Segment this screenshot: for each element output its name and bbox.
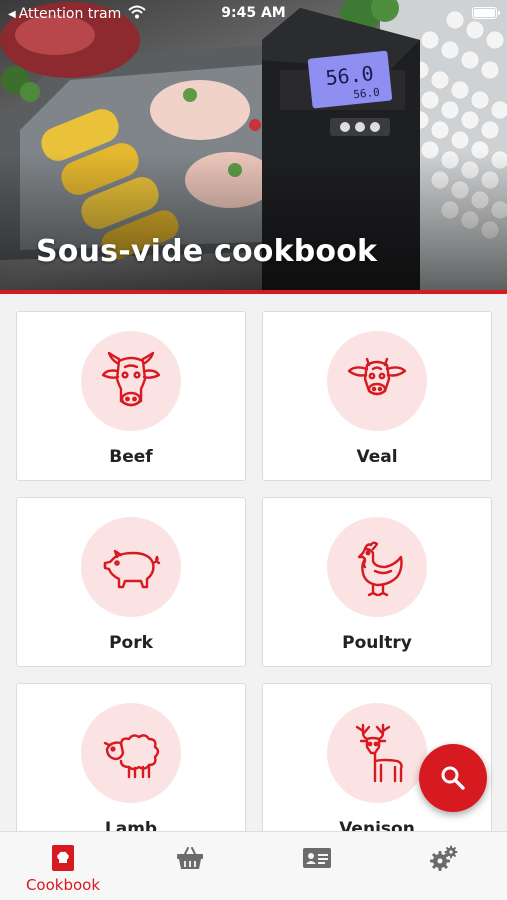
- category-label: Beef: [109, 447, 153, 467]
- contact-card-icon: [303, 848, 331, 868]
- status-time: 9:45 AM: [221, 5, 286, 21]
- calf-icon: [347, 357, 407, 396]
- deer-icon: [355, 723, 403, 783]
- category-card-beef[interactable]: Beef: [16, 311, 246, 481]
- hero-banner: 56.0 56.0 Sous-vide cookbook: [0, 0, 507, 292]
- cookbook-icon: [52, 845, 74, 871]
- icon-circle: [327, 331, 427, 431]
- search-button[interactable]: [419, 744, 487, 812]
- category-label: Veal: [356, 447, 398, 467]
- tab-contacts[interactable]: [254, 832, 380, 900]
- icon-circle: [327, 517, 427, 617]
- category-label: Poultry: [342, 633, 412, 653]
- icon-circle: [81, 331, 181, 431]
- category-card-veal[interactable]: Veal: [262, 311, 492, 481]
- tab-settings[interactable]: [381, 832, 507, 900]
- page-title: Sous-vide cookbook: [36, 234, 378, 269]
- tab-cookbook[interactable]: Cookbook: [0, 832, 126, 900]
- device-display-primary: 56.0: [324, 61, 374, 90]
- hero-gradient: [0, 152, 507, 292]
- bottom-tab-bar: Cookbook: [0, 831, 507, 900]
- tab-label: Cookbook: [25, 876, 101, 894]
- cow-icon: [101, 351, 161, 407]
- category-card-lamb[interactable]: Lamb: [16, 683, 246, 853]
- icon-circle: [327, 703, 427, 803]
- tab-shopping-basket[interactable]: [127, 832, 253, 900]
- status-bar: ◀ Attention tram 9:45 AM: [0, 0, 507, 28]
- search-icon: [441, 766, 465, 790]
- app-screen: 56.0 56.0 Sous-vide cookbook ◀ Attention…: [0, 0, 507, 900]
- category-card-pork[interactable]: Pork: [16, 497, 246, 667]
- pig-icon: [103, 549, 161, 589]
- battery-icon: [472, 7, 500, 19]
- icon-circle: [81, 703, 181, 803]
- settings-gears-icon: [430, 845, 458, 871]
- category-label: Pork: [109, 633, 153, 653]
- category-card-poultry[interactable]: Poultry: [262, 497, 492, 667]
- hero-divider: [0, 290, 507, 294]
- basket-icon: [177, 847, 203, 869]
- device-display-secondary: 56.0: [353, 86, 381, 102]
- icon-circle: [81, 517, 181, 617]
- chicken-icon: [357, 541, 403, 597]
- sheep-icon: [103, 734, 160, 779]
